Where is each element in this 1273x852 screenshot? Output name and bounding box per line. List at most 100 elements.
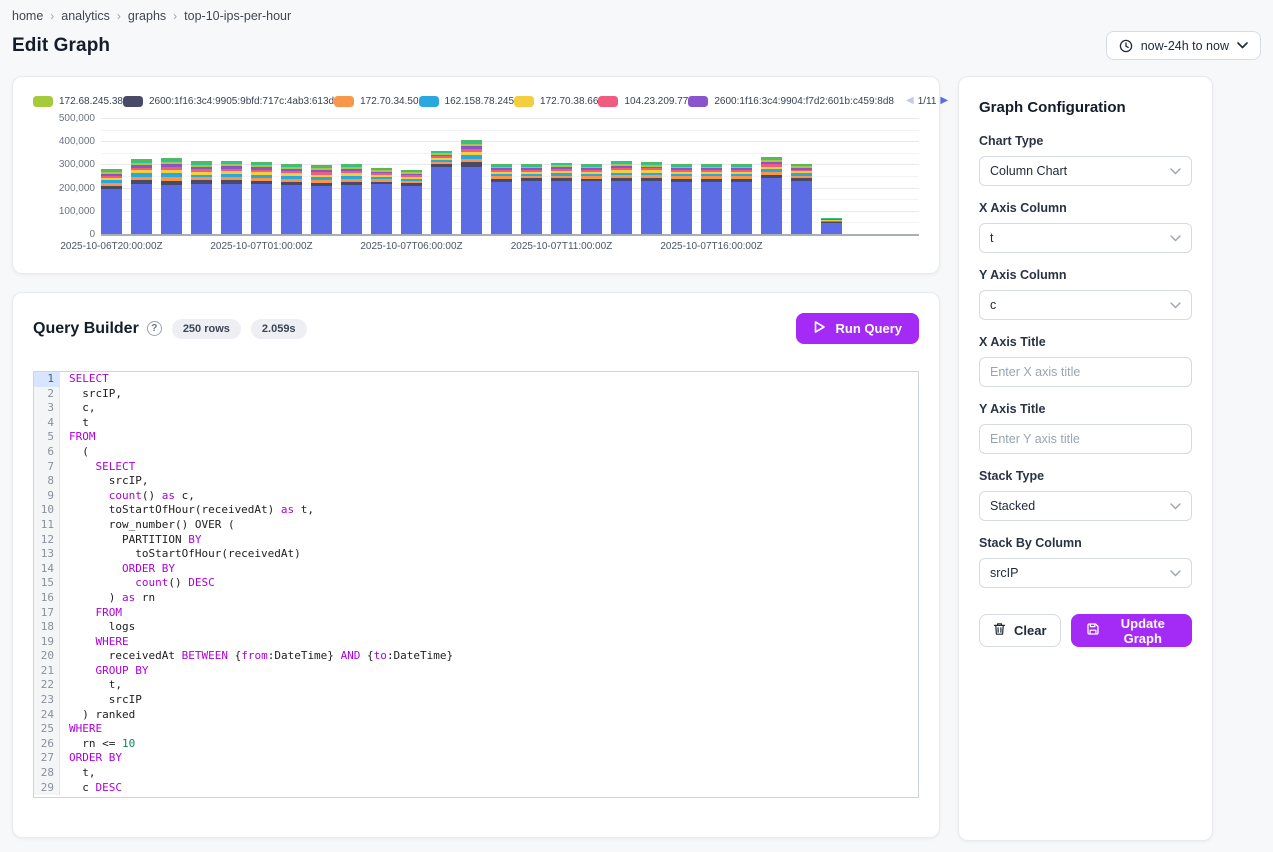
breadcrumb-separator: › [173, 9, 177, 23]
query-time-badge: 2.059s [251, 319, 307, 339]
stack-type-select[interactable]: Stacked [979, 491, 1192, 521]
breadcrumb-separator: › [117, 9, 121, 23]
chart-bar [521, 164, 542, 234]
legend-item[interactable]: 162.158.78.245 [419, 96, 515, 107]
update-graph-button[interactable]: Update Graph [1071, 614, 1192, 647]
chart-bar [371, 168, 392, 235]
line-number: 12 [34, 533, 60, 548]
chart-bar [731, 164, 752, 234]
legend-item[interactable]: 104.23.209.77 [598, 96, 688, 107]
breadcrumb: home›analytics›graphs›top-10-ips-per-hou… [12, 8, 1261, 24]
chart-bar [191, 161, 212, 234]
bar-segment [431, 167, 452, 235]
legend-prev-icon[interactable]: ◀ [906, 96, 914, 106]
y-axis-tick-label: 300,000 [59, 159, 95, 170]
bar-segment [221, 184, 242, 234]
chart-bar [101, 169, 122, 234]
legend-item[interactable]: 172.70.38.66 [514, 96, 598, 107]
code-line: 19 WHERE [34, 635, 918, 650]
y-axis-column-select[interactable]: c [979, 290, 1192, 320]
x-axis-column-select[interactable]: t [979, 223, 1192, 253]
save-icon [1086, 622, 1100, 639]
chart-bars [101, 118, 851, 234]
code-line: 29 c DESC [34, 781, 918, 796]
y-axis-tick-label: 200,000 [59, 183, 95, 194]
line-number: 3 [34, 401, 60, 416]
page: home›analytics›graphs›top-10-ips-per-hou… [0, 0, 1273, 851]
code-text: PARTITION BY [60, 533, 201, 548]
legend-swatch [33, 96, 53, 107]
bar-segment [101, 189, 122, 234]
breadcrumb-item-home[interactable]: home [12, 9, 43, 23]
chart-bar [161, 158, 182, 234]
chart-bar [281, 164, 302, 234]
y-axis-column-label: Y Axis Column [979, 268, 1192, 282]
line-number: 14 [34, 562, 60, 577]
y-axis-title-input[interactable] [979, 424, 1192, 454]
row-count-badge: 250 rows [172, 319, 241, 339]
legend-label: 104.23.209.77 [624, 96, 688, 107]
bar-segment [311, 186, 332, 234]
legend-label: 2600:1f16:3c4:9904:f7d2:601b:c459:8d8 [714, 96, 894, 107]
chevron-down-icon [1170, 164, 1181, 178]
x-axis-tick-label: 2025-10-06T20:00:00Z [60, 241, 162, 252]
code-text: srcIP [60, 693, 142, 708]
clock-icon [1119, 39, 1133, 53]
line-number: 7 [34, 460, 60, 475]
code-text: c DESC [60, 781, 122, 796]
breadcrumb-item-graphs[interactable]: graphs [128, 9, 166, 23]
breadcrumb-separator: › [50, 9, 54, 23]
x-axis-column-label: X Axis Column [979, 201, 1192, 215]
bar-segment [191, 184, 212, 234]
legend-item[interactable]: 172.68.245.38 [33, 96, 123, 107]
bar-segment [671, 182, 692, 234]
config-buttons-row: Clear Update Graph [979, 614, 1192, 647]
clear-button[interactable]: Clear [979, 614, 1061, 647]
code-line: 23 srcIP [34, 693, 918, 708]
chart-bar [671, 164, 692, 234]
bar-segment [701, 182, 722, 234]
run-query-button[interactable]: Run Query [796, 313, 919, 344]
code-text: SELECT [60, 372, 109, 387]
code-line: 24 ) ranked [34, 708, 918, 723]
legend-next-icon[interactable]: ▶ [940, 96, 948, 106]
legend-swatch [688, 96, 708, 107]
stack-by-column-value: srcIP [990, 566, 1018, 580]
code-text: t, [60, 678, 122, 693]
line-number: 22 [34, 678, 60, 693]
query-builder-header: Query Builder ? 250 rows 2.059s Run Quer… [33, 313, 919, 344]
line-number: 5 [34, 430, 60, 445]
legend-item[interactable]: 2600:1f16:3c4:9904:f7d2:601b:c459:8d8 [688, 96, 894, 107]
code-line: 5FROM [34, 430, 918, 445]
x-axis-title-input[interactable] [979, 357, 1192, 387]
code-text: t, [60, 766, 96, 781]
code-line: 1SELECT [34, 372, 918, 387]
breadcrumb-item-analytics[interactable]: analytics [61, 9, 110, 23]
legend-item[interactable]: 2600:1f16:3c4:9905:9bfd:717c:4ab3:613d [123, 96, 334, 107]
sql-editor[interactable]: 1SELECT2 srcIP,3 c,4 t5FROM6 (7 SELECT8 … [33, 371, 919, 798]
time-range-button[interactable]: now-24h to now [1106, 31, 1261, 60]
chart-type-select[interactable]: Column Chart [979, 156, 1192, 186]
code-line: 8 srcIP, [34, 474, 918, 489]
chart-legend-items: 172.68.245.382600:1f16:3c4:9905:9bfd:717… [33, 96, 894, 107]
chart-bar [791, 164, 812, 234]
chart-x-axis-line [101, 234, 919, 236]
code-text: logs [60, 620, 135, 635]
line-number: 10 [34, 503, 60, 518]
code-line: 22 t, [34, 678, 918, 693]
code-line: 10 toStartOfHour(receivedAt) as t, [34, 503, 918, 518]
stack-by-column-select[interactable]: srcIP [979, 558, 1192, 588]
code-text: t [60, 416, 89, 431]
chart-card: 172.68.245.382600:1f16:3c4:9905:9bfd:717… [12, 76, 940, 274]
config-panel-title: Graph Configuration [979, 99, 1192, 116]
line-number: 17 [34, 606, 60, 621]
code-line: 26 rn <= 10 [34, 737, 918, 752]
bar-segment [611, 181, 632, 234]
line-number: 1 [34, 372, 60, 387]
code-text: WHERE [60, 722, 102, 737]
code-line: 3 c, [34, 401, 918, 416]
legend-item[interactable]: 172.70.34.50 [334, 96, 418, 107]
code-text: count() DESC [60, 576, 215, 591]
line-number: 4 [34, 416, 60, 431]
help-icon[interactable]: ? [147, 321, 162, 336]
